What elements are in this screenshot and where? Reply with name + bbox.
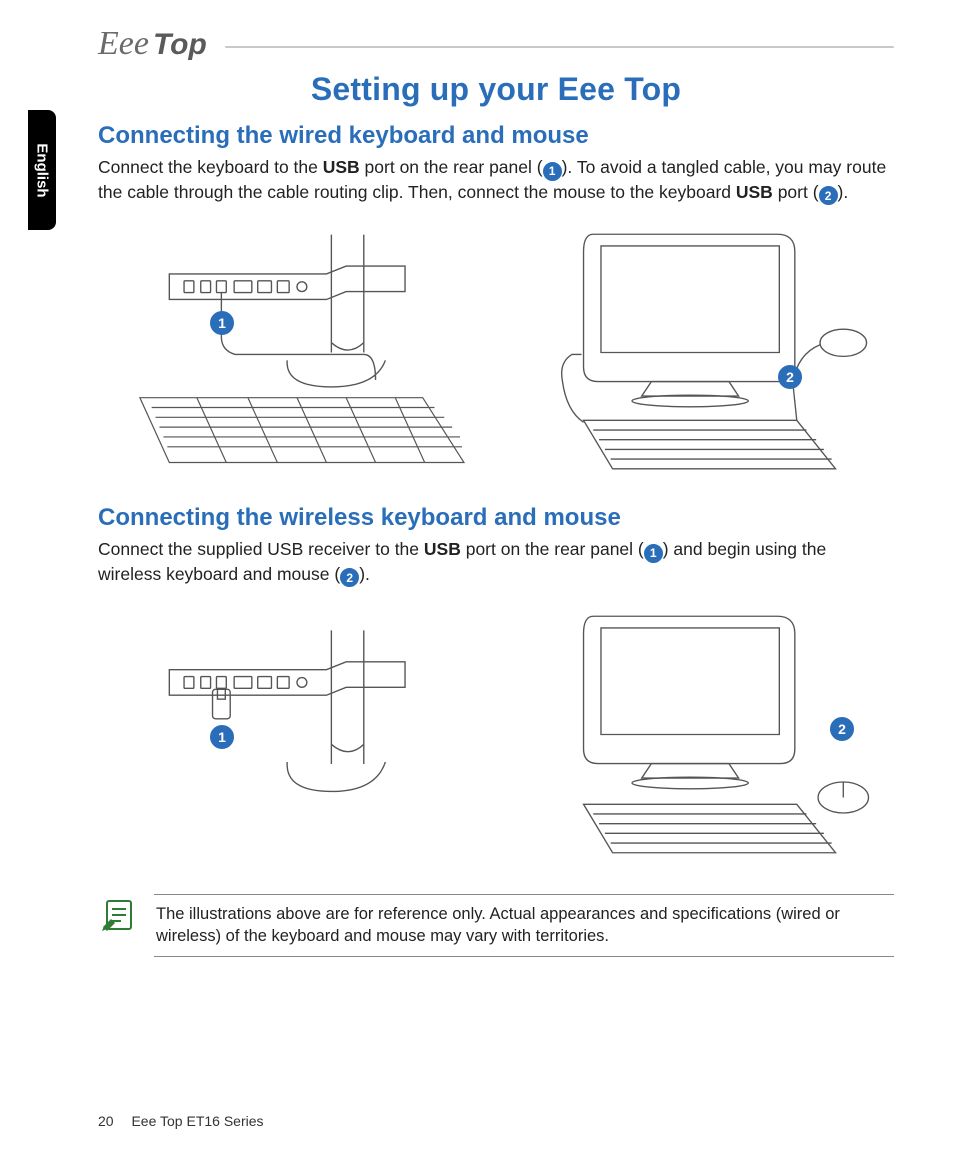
figure-monitor-mouse: 2: [506, 215, 884, 490]
section1-heading: Connecting the wired keyboard and mouse: [98, 122, 894, 150]
section2-heading: Connecting the wireless keyboard and mou…: [98, 504, 894, 532]
text-bold: USB: [736, 182, 773, 202]
section2-figures: 1 2: [108, 597, 884, 872]
figure-wireless-set: 2: [506, 597, 884, 872]
page-title: Setting up your Eee Top: [98, 71, 894, 108]
section1-paragraph: Connect the keyboard to the USB port on …: [98, 156, 894, 205]
language-label: English: [34, 143, 51, 197]
section1-figures: 1 2: [108, 215, 884, 490]
figure-callout-2-icon: 2: [830, 717, 854, 741]
note-text: The illustrations above are for referenc…: [154, 894, 894, 957]
header-rule: [225, 46, 894, 48]
text: port (: [773, 182, 819, 202]
logo-script: Eee: [98, 25, 149, 63]
product-series: Eee Top ET16 Series: [131, 1113, 263, 1129]
section2-paragraph: Connect the supplied USB receiver to the…: [98, 538, 894, 587]
language-tab: English: [28, 110, 56, 230]
figure-callout-1-icon: 1: [210, 311, 234, 335]
page-footer: 20 Eee Top ET16 Series: [98, 1113, 264, 1129]
text: Connect the supplied USB receiver to the: [98, 539, 424, 559]
header-row: Eee Top: [98, 25, 894, 63]
note-row: The illustrations above are for referenc…: [98, 894, 894, 957]
figure-callout-2-icon: 2: [778, 365, 802, 389]
logo-word: Top: [153, 28, 207, 62]
product-logo: Eee Top: [98, 25, 207, 63]
text-bold: USB: [323, 157, 360, 177]
text: Connect the keyboard to the: [98, 157, 323, 177]
text: port on the rear panel (: [461, 539, 644, 559]
figure-keyboard-rear: 1: [108, 215, 486, 490]
text: ).: [359, 564, 370, 584]
text-bold: USB: [424, 539, 461, 559]
callout-1-icon: 1: [644, 544, 663, 563]
text: port on the rear panel (: [360, 157, 543, 177]
callout-2-icon: 2: [340, 568, 359, 587]
note-icon: [98, 894, 140, 936]
figure-callout-1-icon: 1: [210, 725, 234, 749]
text: ).: [838, 182, 849, 202]
callout-1-icon: 1: [543, 162, 562, 181]
figure-rear-receiver: 1: [108, 597, 486, 872]
callout-2-icon: 2: [819, 186, 838, 205]
page-number: 20: [98, 1113, 114, 1129]
